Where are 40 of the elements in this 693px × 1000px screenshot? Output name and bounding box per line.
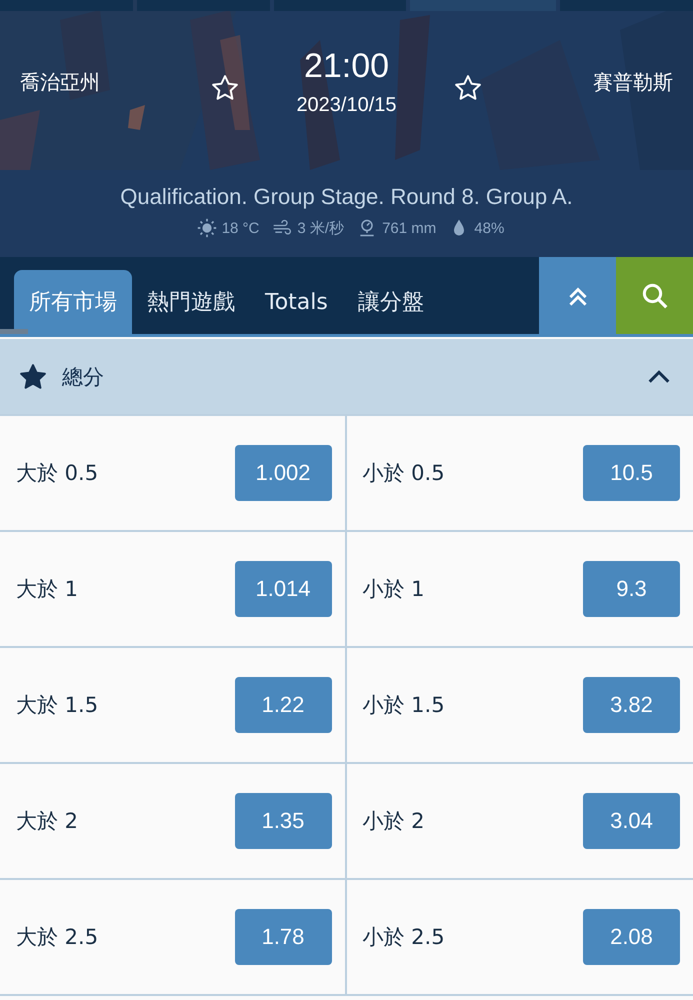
odds-button[interactable]: 10.5 [583, 445, 680, 501]
pressure: 761 mm [382, 220, 436, 236]
competition-title: Qualification. Group Stage. Round 8. Group A. [120, 184, 573, 210]
odds-button[interactable]: 1.35 [234, 793, 332, 849]
match-date: 2023/10/15 [296, 94, 397, 117]
market-tab[interactable]: Totals [250, 270, 343, 334]
odds-button[interactable]: 1.002 [234, 445, 332, 501]
outcome-label: 小於 2.5 [362, 924, 445, 951]
odds-button[interactable]: 1.014 [234, 561, 332, 617]
match-time: 21:00 [304, 47, 390, 86]
star-icon[interactable] [453, 73, 483, 103]
odds-button[interactable]: 9.3 [583, 561, 680, 617]
odds-button[interactable]: 3.04 [583, 793, 680, 849]
outcome-label: 大於 2 [16, 808, 78, 835]
market-tab[interactable]: 熱門遊戲 [132, 270, 250, 334]
market-tab[interactable]: 讓分盤 [342, 270, 439, 334]
sun-icon [196, 218, 217, 238]
away-team-name: 賽普勒斯 [592, 68, 673, 96]
temperature: 18 °C [222, 220, 260, 236]
outcome-label: 大於 0.5 [16, 460, 98, 487]
search-button[interactable] [616, 257, 693, 334]
home-team-name: 喬治亞州 [20, 68, 101, 96]
odds-button[interactable]: 1.22 [234, 677, 332, 733]
wind-speed: 3 米/秒 [297, 218, 344, 238]
market-tab[interactable]: 所有市場 [14, 270, 132, 334]
market-title: 總分 [62, 364, 105, 390]
star-icon[interactable] [210, 73, 240, 103]
outcome-label: 大於 1.5 [16, 692, 98, 719]
scroll-indicator [0, 329, 28, 334]
outcome-label: 大於 1 [16, 576, 78, 603]
outcome-label: 小於 1.5 [362, 692, 445, 719]
odds-button[interactable]: 3.82 [583, 677, 680, 733]
outcome-label: 大於 2.5 [16, 924, 98, 951]
outcome-label: 小於 2 [362, 808, 425, 835]
star-icon[interactable] [18, 362, 48, 392]
odds-button[interactable]: 1.78 [234, 909, 332, 965]
outcome-label: 小於 1 [362, 576, 425, 603]
humidity: 48% [474, 220, 504, 236]
odds-button[interactable]: 2.08 [583, 909, 680, 965]
outcome-label: 小於 0.5 [362, 460, 445, 487]
